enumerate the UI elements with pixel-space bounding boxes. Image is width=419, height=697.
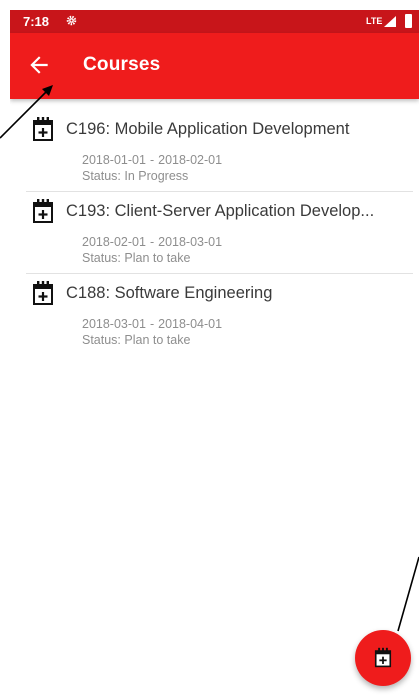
course-list-item[interactable]: C193: Client-Server Application Develop.…	[10, 192, 419, 274]
course-title: C193: Client-Server Application Develop.…	[66, 202, 375, 220]
network-type: LTE	[366, 16, 383, 26]
status-bar: 7:18 LTE	[10, 10, 419, 33]
course-list-item[interactable]: C196: Mobile Application Development 201…	[10, 110, 419, 192]
course-title: C188: Software Engineering	[66, 284, 273, 302]
app-screen: 7:18 LTE Courses C196: Mobile Applicatio…	[10, 10, 419, 697]
course-dates: 2018-02-01-2018-03-01	[82, 235, 222, 249]
signal-icon	[384, 16, 396, 27]
date-separator: -	[149, 235, 155, 249]
add-course-fab-button[interactable]	[355, 630, 411, 686]
status-time: 7:18	[23, 14, 50, 29]
course-status: Status: Plan to take	[82, 251, 191, 265]
course-end-date: 2018-02-01	[158, 153, 223, 167]
gear-icon	[66, 15, 77, 26]
course-dates: 2018-03-01-2018-04-01	[82, 317, 222, 331]
course-start-date: 2018-01-01	[82, 153, 146, 167]
calendar-plus-icon	[33, 199, 53, 223]
battery-icon	[405, 14, 412, 28]
date-separator: -	[149, 153, 155, 167]
calendar-plus-icon	[374, 647, 392, 668]
course-end-date: 2018-03-01	[158, 235, 223, 249]
course-title: C196: Mobile Application Development	[66, 120, 350, 138]
course-list-item[interactable]: C188: Software Engineering 2018-03-01-20…	[10, 274, 419, 356]
date-separator: -	[149, 317, 155, 331]
course-end-date: 2018-04-01	[158, 317, 223, 331]
course-start-date: 2018-03-01	[82, 317, 146, 331]
course-start-date: 2018-02-01	[82, 235, 146, 249]
course-dates: 2018-01-01-2018-02-01	[82, 153, 222, 167]
calendar-plus-icon	[33, 281, 53, 305]
course-status: Status: In Progress	[82, 169, 189, 183]
course-list: C196: Mobile Application Development 201…	[10, 110, 419, 356]
page-title: Courses	[83, 54, 161, 75]
app-bar: Courses	[10, 33, 419, 99]
back-arrow-icon[interactable]	[26, 52, 52, 78]
course-status: Status: Plan to take	[82, 333, 191, 347]
calendar-plus-icon	[33, 117, 53, 141]
